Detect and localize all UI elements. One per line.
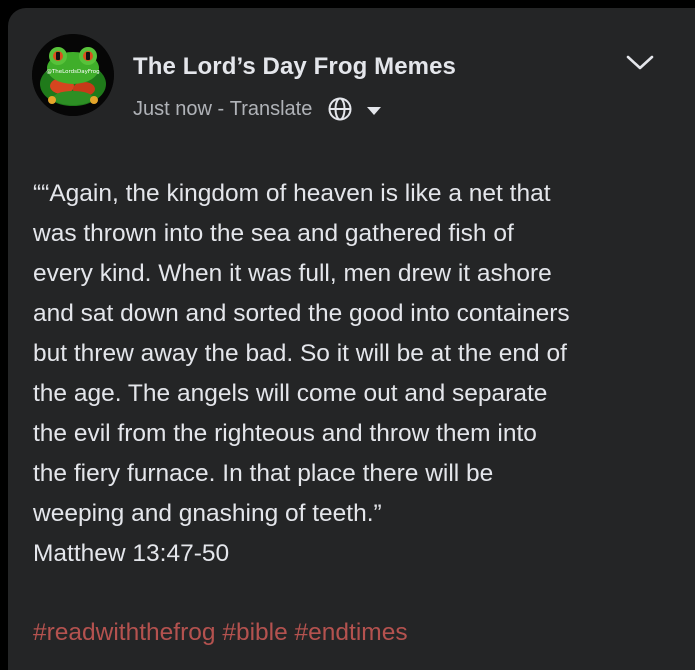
post-body-line: the evil from the righteous and throw th…: [33, 420, 537, 447]
scripture-reference: Matthew 13:47-50: [33, 540, 230, 567]
caret-down-icon[interactable]: [367, 106, 382, 115]
globe-icon[interactable]: [327, 96, 353, 122]
translate-link[interactable]: Translate: [230, 98, 313, 121]
hashtag-row: #readwiththefrog #bible #endtimes: [33, 613, 408, 653]
meta-separator: -: [211, 97, 230, 120]
post-body-line: but threw away the bad. So it will be at…: [33, 340, 567, 367]
hashtag-bible[interactable]: #bible: [222, 619, 287, 646]
post-meta: Just now - Translate: [133, 96, 382, 122]
post-body-line: the fiery furnace. In that place there w…: [33, 460, 494, 487]
chevron-down-icon[interactable]: [623, 50, 657, 74]
post-body-line: ““Again, the kingdom of heaven is like a…: [33, 180, 551, 207]
post-timestamp[interactable]: Just now: [133, 98, 212, 121]
frog-avatar-image: @TheLordsDayFrog: [32, 34, 114, 116]
post-card: @TheLordsDayFrog The Lord’s Day Frog Mem…: [8, 8, 695, 670]
page-avatar[interactable]: @TheLordsDayFrog: [32, 34, 114, 116]
post-body: ““Again, the kingdom of heaven is like a…: [33, 174, 693, 574]
page-name[interactable]: The Lord’s Day Frog Memes: [133, 53, 456, 81]
hashtag-readwiththefrog[interactable]: #readwiththefrog: [33, 619, 216, 646]
post-body-line: weeping and gnashing of teeth.”: [33, 500, 382, 527]
avatar-watermark: @TheLordsDayFrog: [46, 69, 99, 75]
post-body-line: the age. The angels will come out and se…: [33, 380, 548, 407]
hashtag-endtimes[interactable]: #endtimes: [295, 619, 408, 646]
post-body-line: was thrown into the sea and gathered fis…: [33, 220, 514, 247]
post-body-line: every kind. When it was full, men drew i…: [33, 260, 552, 287]
post-body-line: and sat down and sorted the good into co…: [33, 300, 570, 327]
